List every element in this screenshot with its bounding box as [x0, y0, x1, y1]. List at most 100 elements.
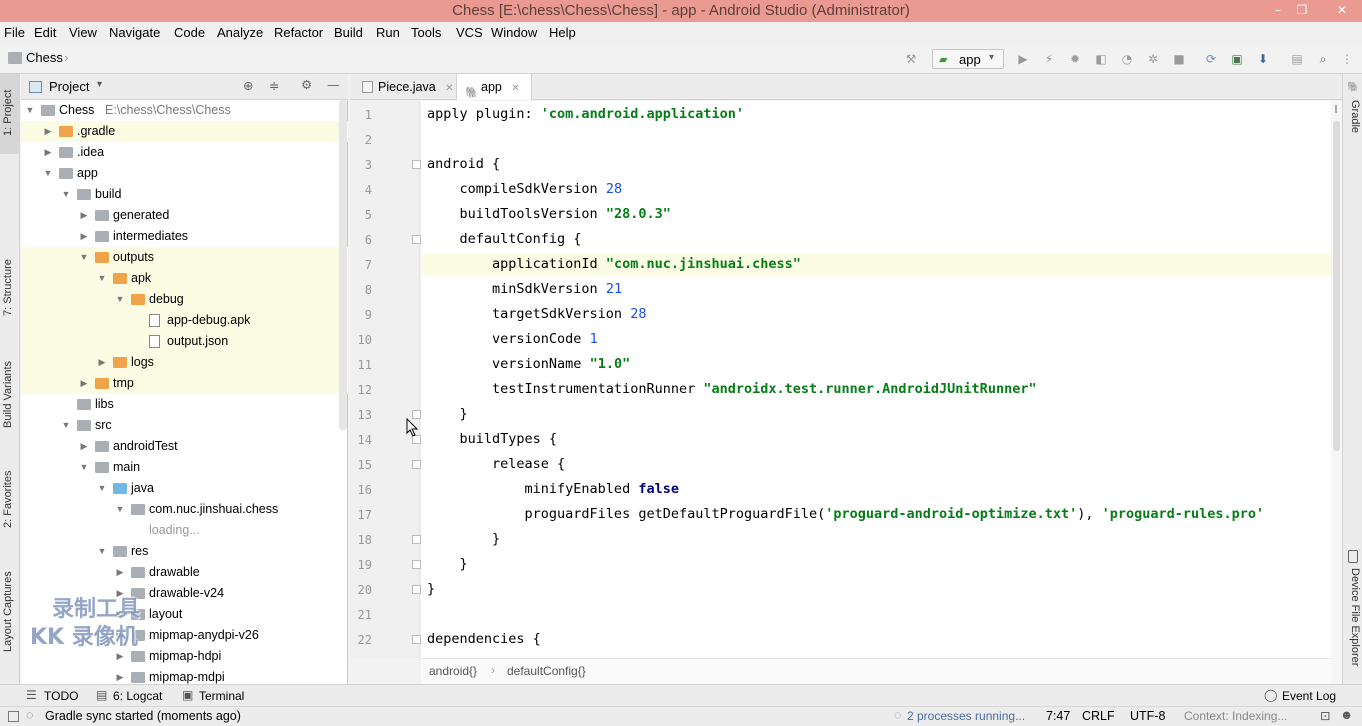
code-line[interactable]: dependencies { [427, 631, 541, 647]
tab-app-gradle[interactable]: 🐘 app ✕ [456, 74, 532, 100]
code-line[interactable]: apply plugin: 'com.android.application' [427, 106, 744, 122]
sdk-manager-icon[interactable]: ⬇ [1256, 52, 1270, 66]
tree-item[interactable]: ▼ main [21, 457, 348, 478]
collapsed-arrow-icon[interactable]: ▶ [79, 205, 89, 226]
project-scrollbar[interactable] [339, 100, 347, 430]
tree-item[interactable]: ▼ build [21, 184, 348, 205]
fold-marker-icon[interactable] [412, 635, 421, 644]
inspector-icon[interactable]: ☻ [1340, 708, 1353, 722]
tree-item[interactable]: ▼ outputs [21, 247, 348, 268]
tree-item[interactable]: ▼ com.nuc.jinshuai.chess [21, 499, 348, 520]
code-line[interactable]: versionCode 1 [427, 331, 598, 347]
tree-item[interactable]: libs [21, 394, 348, 415]
menu-tools[interactable]: Tools [411, 25, 441, 40]
collapsed-arrow-icon[interactable]: ▶ [79, 373, 89, 394]
fold-marker-icon[interactable] [412, 460, 421, 469]
menu-file[interactable]: File [4, 25, 25, 40]
tree-item[interactable]: ▼ src [21, 415, 348, 436]
search-icon[interactable]: ⌕ [1316, 52, 1330, 66]
menu-edit[interactable]: Edit [34, 25, 56, 40]
tool-tab-structure[interactable]: 7: Structure [2, 259, 14, 316]
tree-item[interactable]: ▶ intermediates [21, 226, 348, 247]
tree-item[interactable]: loading... [21, 520, 348, 541]
hide-panel-icon[interactable]: — [327, 77, 340, 92]
tree-item[interactable]: ▶ .gradle [21, 121, 348, 142]
menu-view[interactable]: View [69, 25, 97, 40]
tool-tab-event-log[interactable]: Event Log [1282, 689, 1336, 703]
fold-marker-icon[interactable] [412, 585, 421, 594]
fold-marker-icon[interactable] [412, 560, 421, 569]
menu-vcs[interactable]: VCS [456, 25, 483, 40]
close-icon[interactable]: ✕ [445, 83, 453, 94]
tree-item[interactable]: ▼ apk [21, 268, 348, 289]
code-line[interactable]: } [427, 531, 500, 547]
code-editor[interactable]: apply plugin: 'com.android.application' a… [421, 101, 1333, 658]
apply-changes-icon[interactable]: ⚡ [1042, 52, 1056, 66]
collapsed-arrow-icon[interactable]: ▶ [115, 667, 125, 684]
menu-help[interactable]: Help [549, 25, 576, 40]
expanded-arrow-icon[interactable]: ▼ [97, 541, 107, 562]
close-button[interactable]: ✕ [1334, 3, 1350, 17]
tool-tab-project[interactable]: 1: Project [2, 90, 14, 136]
fold-marker-icon[interactable] [412, 160, 421, 169]
status-message[interactable]: Gradle sync started (moments ago) [45, 709, 241, 723]
code-line[interactable]: release { [427, 456, 565, 472]
crumb-default-config[interactable]: defaultConfig{} [507, 664, 586, 678]
expanded-arrow-icon[interactable]: ▼ [61, 415, 71, 436]
tool-tab-build-variants[interactable]: Build Variants [2, 361, 14, 428]
fold-marker-icon[interactable] [412, 235, 421, 244]
collapsed-arrow-icon[interactable]: ▶ [79, 226, 89, 247]
expanded-arrow-icon[interactable]: ▼ [115, 499, 125, 520]
tree-item[interactable]: app-debug.apk [21, 310, 348, 331]
collapsed-arrow-icon[interactable]: ▶ [79, 436, 89, 457]
expanded-arrow-icon[interactable]: ▼ [61, 184, 71, 205]
breadcrumb-project[interactable]: Chess [26, 50, 63, 65]
expanded-arrow-icon[interactable]: ▼ [115, 289, 125, 310]
collapsed-arrow-icon[interactable]: ▶ [97, 352, 107, 373]
code-line[interactable]: buildTypes { [427, 431, 558, 447]
code-line[interactable]: proguardFiles getDefaultProguardFile('pr… [427, 506, 1265, 522]
caret-position[interactable]: 7:47 [1046, 709, 1070, 723]
gear-icon[interactable]: ⚙ [301, 77, 312, 92]
project-view-label[interactable]: Project [49, 79, 89, 94]
tree-item[interactable]: ▶ drawable [21, 562, 348, 583]
run-config-select[interactable]: ▰ app ▾ [932, 49, 1004, 69]
project-structure-icon[interactable]: ▤ [1290, 52, 1304, 66]
code-line[interactable]: } [427, 406, 468, 422]
tool-tab-device-file-explorer[interactable]: Device File Explorer [1349, 568, 1361, 666]
tree-item[interactable]: ▶ logs [21, 352, 348, 373]
coverage-icon[interactable]: ◧ [1094, 52, 1108, 66]
expanded-arrow-icon[interactable]: ▼ [97, 268, 107, 289]
avd-manager-icon[interactable]: ▣ [1230, 52, 1244, 66]
menu-refactor[interactable]: Refactor [274, 25, 323, 40]
code-line[interactable]: } [427, 581, 435, 597]
expanded-arrow-icon[interactable]: ▼ [79, 247, 89, 268]
code-line[interactable]: defaultConfig { [427, 231, 582, 247]
tree-item[interactable]: ▶ generated [21, 205, 348, 226]
tree-item[interactable]: ▼ java [21, 478, 348, 499]
collapse-all-icon[interactable]: ≑ [269, 78, 279, 93]
code-line[interactable]: } [427, 556, 468, 572]
expanded-arrow-icon[interactable]: ▼ [79, 457, 89, 478]
tree-item[interactable]: output.json [21, 331, 348, 352]
close-icon[interactable]: ✕ [511, 83, 519, 94]
code-line[interactable]: minSdkVersion 21 [427, 281, 622, 297]
tool-tab-gradle[interactable]: Gradle [1349, 100, 1361, 133]
chevron-down-icon[interactable]: ▾ [97, 79, 102, 90]
sync-gradle-icon[interactable]: ⟳ [1204, 52, 1218, 66]
code-line[interactable]: applicationId "com.nuc.jinshuai.chess" [427, 256, 801, 272]
lock-icon[interactable]: ⊡ [1320, 708, 1330, 723]
hammer-icon[interactable]: ⚒ [904, 52, 918, 66]
code-line[interactable]: testInstrumentationRunner "androidx.test… [427, 381, 1037, 397]
expanded-arrow-icon[interactable]: ▼ [97, 478, 107, 499]
collapsed-arrow-icon[interactable]: ▶ [43, 142, 53, 163]
tree-item[interactable]: ▶ androidTest [21, 436, 348, 457]
tree-item[interactable]: ▼ Chess E:\chess\Chess\Chess [21, 100, 348, 121]
menu-code[interactable]: Code [174, 25, 205, 40]
tree-item[interactable]: ▼ app [21, 163, 348, 184]
background-processes[interactable]: 2 processes running... [907, 709, 1025, 723]
maximize-button[interactable]: ❐ [1294, 3, 1310, 17]
menu-navigate[interactable]: Navigate [109, 25, 160, 40]
tree-item[interactable]: ▶ tmp [21, 373, 348, 394]
collapsed-arrow-icon[interactable]: ▶ [115, 562, 125, 583]
